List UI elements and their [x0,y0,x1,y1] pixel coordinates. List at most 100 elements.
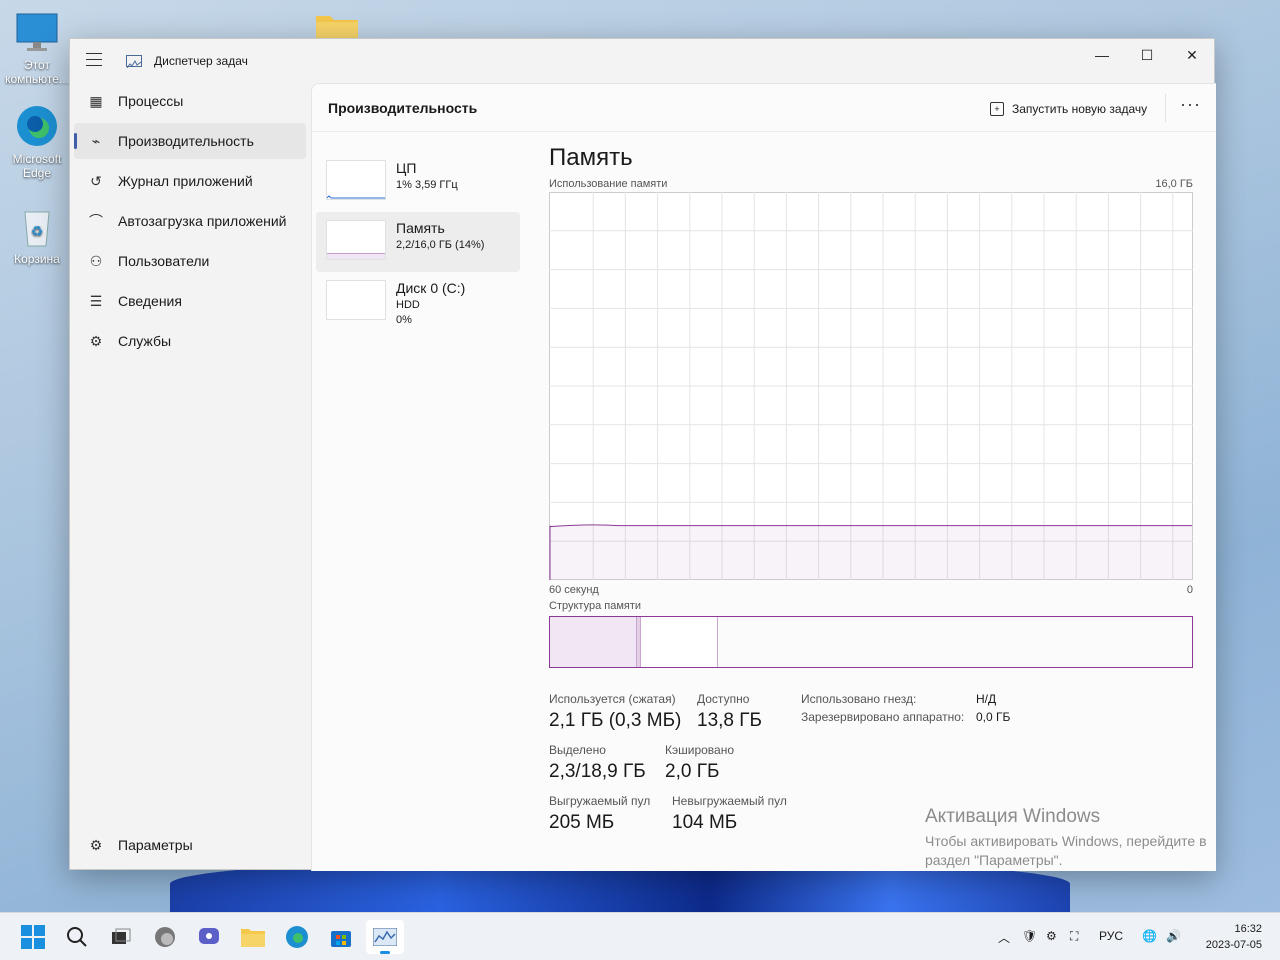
desktop-icon-label: Корзина [14,252,60,266]
graph-header: Использование памяти 16,0 ГБ [549,178,1193,190]
task-manager-app-icon [126,55,142,69]
history-icon: ↺ [90,172,102,189]
clock[interactable]: 16:32 2023-07-05 [1196,921,1262,953]
memory-structure-bar [549,616,1193,668]
time-axis-left: 60 секунд [549,584,599,596]
stat-value: 2,3/18,9 ГБ [549,761,646,782]
taskbar: ︿ 🛡 ⚙ ⛶ РУС 🌐 🔊 16:32 2023-07-05 [0,912,1280,960]
perf-item-name: Диск 0 (C:) [396,280,466,296]
stat-label: Кэшировано [665,743,735,757]
task-manager-window: Диспетчер задач — ☐ ✕ ▦ Процессы ⌁ Произ… [69,38,1216,871]
desktop-icon-this-pc[interactable]: Этот компьюте... [2,10,72,86]
minimize-button[interactable]: — [1079,39,1125,71]
sidebar-item-performance[interactable]: ⌁ Производительность [74,123,306,159]
sidebar-item-label: Автозагрузка приложений [118,213,287,229]
sidebar-item-details[interactable]: ☰ Сведения [74,283,306,319]
stat-committed: Выделено 2,3/18,9 ГБ [549,743,646,783]
stat-value: 104 МБ [672,812,738,833]
gear-icon: ⚙ [89,836,103,853]
sidebar-item-app-history[interactable]: ↺ Журнал приложений [74,163,306,199]
sidebar-item-label: Производительность [118,133,254,149]
stat-label: Невыгружаемый пул [672,794,787,808]
desktop-icon-edge[interactable]: Microsoft Edge [2,104,72,180]
sidebar-item-label: Процессы [118,93,184,109]
perf-item-disk[interactable]: Диск 0 (C:) HDD 0% [316,272,520,332]
perf-item-memory[interactable]: Память 2,2/16,0 ГБ (14%) [316,212,520,272]
title-bar: Диспетчер задач — ☐ ✕ [70,39,1214,83]
memory-thumbnail-graph [326,220,386,260]
sidebar-item-label: Пользователи [118,253,210,269]
sidebar-item-users[interactable]: ⚇ Пользователи [74,243,306,279]
active-indicator [380,951,390,954]
desktop-icon-label: Этот компьюте... [5,58,69,86]
run-task-icon: + [990,102,1004,116]
perf-item-sub: 1% 3,59 ГГц [396,179,458,191]
tray-chevron-icon[interactable]: ︿ [998,929,1010,946]
sidebar-item-label: Журнал приложений [118,173,253,189]
file-explorer-icon[interactable] [239,923,267,951]
desktop-icon-recycle-bin[interactable]: ♻ Корзина [2,204,72,266]
stat-in-use: Используется (сжатая) 2,1 ГБ (0,3 МБ) [549,692,681,732]
edge-icon [15,104,59,148]
store-icon[interactable] [327,923,355,951]
performance-list: ЦП 1% 3,59 ГГц Память 2,2/16,0 ГБ (14%) … [316,152,520,332]
maximize-button[interactable]: ☐ [1124,39,1170,71]
task-manager-taskbar-button[interactable] [366,920,404,954]
security-icon[interactable]: ⚙ [1046,929,1057,943]
stat-value: 13,8 ГБ [697,710,763,731]
stat-value: Н/Д [976,692,997,706]
edge-icon[interactable] [283,923,311,951]
globe-icon[interactable]: 🌐 [1142,929,1157,943]
stat-slots: Использовано гнезд: Н/Д [801,692,996,706]
page-title: Производительность [328,100,478,116]
stat-label: Использовано гнезд: [801,692,917,706]
memory-structure-label: Структура памяти [549,600,642,612]
stat-label: Зарезервировано аппаратно: [801,710,965,724]
sidebar-nav: ▦ Процессы ⌁ Производительность ↺ Журнал… [74,83,306,863]
disk-thumbnail-graph [326,280,386,320]
date: 2023-07-05 [1205,939,1262,951]
sidebar-item-services[interactable]: ⚙ Службы [74,323,306,359]
run-new-task-button[interactable]: + Запустить новую задачу [990,96,1147,122]
close-button[interactable]: ✕ [1169,39,1215,71]
perf-item-name: Память [396,220,445,236]
startup-icon: ⌒ [89,213,103,229]
sidebar-item-processes[interactable]: ▦ Процессы [74,83,306,119]
disk-usage: 0% [396,314,412,326]
stat-available: Доступно 13,8 ГБ [697,692,762,732]
stat-value: 205 МБ [549,812,615,833]
chat-icon[interactable] [195,923,223,951]
desktop-icon-label: Microsoft Edge [12,152,62,180]
sidebar-item-label: Параметры [118,837,193,853]
memory-max-label: 16,0 ГБ [1155,178,1193,190]
recycle-bin-icon: ♻ [15,204,59,248]
perf-item-name: ЦП [396,160,417,176]
search-icon[interactable] [63,923,91,951]
structure-in-use [550,617,637,667]
stat-label: Доступно [697,692,750,706]
divider [1165,94,1166,122]
stat-value: 0,0 ГБ [976,710,1011,724]
processes-icon: ▦ [89,92,103,109]
hamburger-menu-icon[interactable] [86,53,102,67]
widgets-icon[interactable] [151,923,179,951]
volume-icon[interactable]: 🔊 [1166,929,1181,943]
more-options-button[interactable]: ··· [1180,94,1201,115]
sidebar-item-settings[interactable]: ⚙ Параметры [74,827,306,863]
memory-usage-area [550,525,1192,579]
perf-item-cpu[interactable]: ЦП 1% 3,59 ГГц [316,152,520,212]
defender-icon[interactable]: 🛡 [1022,929,1037,943]
disk-type: HDD [396,299,420,311]
svg-text:♻: ♻ [31,223,44,239]
network-icon[interactable]: ⛶ [1070,929,1078,944]
language-indicator[interactable]: РУС [1099,929,1123,943]
stat-label: Выделено [549,743,606,757]
start-button[interactable] [19,923,47,951]
stat-paged-pool: Выгружаемый пул 205 МБ [549,794,650,834]
folder-icon[interactable] [316,12,358,40]
sidebar-item-label: Службы [118,333,172,349]
task-view-icon[interactable] [107,923,135,951]
sidebar-item-startup[interactable]: ⌒ Автозагрузка приложений [74,203,306,239]
main-content: Производительность + Запустить новую зад… [311,83,1216,871]
memory-usage-label: Использование памяти [549,178,668,190]
